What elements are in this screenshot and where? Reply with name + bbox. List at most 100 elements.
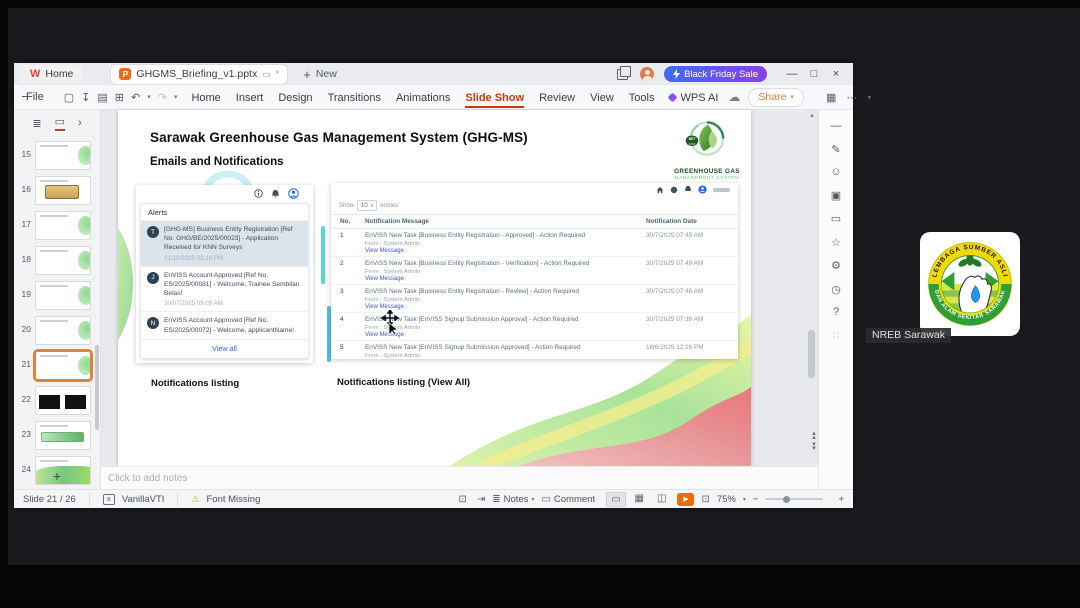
print-icon[interactable]: ▤	[97, 91, 107, 104]
zoom-slider-handle[interactable]	[782, 495, 790, 503]
file-menu[interactable]: File	[26, 91, 44, 103]
redo-icon[interactable]: ↷	[158, 91, 167, 104]
outline-view-icon[interactable]: ≣	[32, 117, 41, 130]
collapse-ribbon-icon[interactable]: ▾	[867, 93, 871, 102]
collapse-rail-icon[interactable]: —	[831, 120, 842, 132]
more-caret-icon[interactable]: ▾	[174, 93, 178, 101]
zoom-level[interactable]: 75%	[717, 494, 736, 505]
slide-thumbnail[interactable]	[33, 349, 93, 382]
view-message-link[interactable]: View Message	[365, 276, 646, 282]
zoom-slider[interactable]	[765, 495, 824, 503]
slide-number[interactable]: 18	[16, 246, 31, 264]
slide-view-icon[interactable]: ▭	[54, 115, 65, 131]
menu-transitions[interactable]: Transitions	[328, 88, 381, 107]
view-message-link[interactable]: View Message	[365, 248, 646, 254]
save-icon[interactable]: ▢	[64, 91, 74, 104]
page-size-select[interactable]: 10 ▾	[357, 200, 378, 211]
slide-number[interactable]: 15	[16, 141, 31, 159]
account-avatar[interactable]	[640, 67, 655, 81]
slide-sorter-icon[interactable]: ▦	[631, 492, 648, 507]
apps-grid-icon[interactable]: ∷	[833, 329, 840, 342]
table-row[interactable]: 5 EnVISS New Task [EnVISS Signup Submissi…	[331, 341, 738, 359]
slide-number[interactable]: 20	[16, 316, 31, 334]
minimize-icon[interactable]: —	[781, 63, 803, 85]
contacts-icon[interactable]: ☺	[830, 166, 841, 178]
menu-home[interactable]: Home	[191, 88, 220, 107]
slide-thumbnail[interactable]	[35, 176, 91, 205]
slide-number[interactable]: 17	[16, 211, 31, 229]
participant-video-tile[interactable]: LEMBAGA SUMBER ASLI DAN ALAM SEKITAR SAR…	[866, 215, 1074, 345]
task-pane-icon[interactable]: ⊡	[458, 494, 466, 505]
slide-number[interactable]: 22	[16, 386, 31, 404]
font-missing-label[interactable]: Font Missing	[207, 494, 261, 505]
history-clock-icon[interactable]: ◷	[831, 283, 841, 296]
slide-canvas[interactable]: Sarawak Greenhouse Gas Management System…	[118, 110, 751, 467]
slide-number[interactable]: 21	[16, 351, 31, 369]
slide-thumbnail[interactable]	[35, 316, 91, 345]
favorites-star-icon[interactable]: ☆	[831, 236, 841, 249]
undo-caret-icon[interactable]: ▾	[147, 93, 151, 101]
edit-tools-icon[interactable]: ✎	[831, 143, 840, 156]
export-icon[interactable]: ↧	[81, 91, 90, 104]
home-tab[interactable]: W Home	[20, 65, 84, 83]
alert-item[interactable]: N EnVISS Account Approved [Ref No. ES/202…	[141, 312, 308, 340]
undo-icon[interactable]: ↶	[131, 91, 140, 104]
shapes-icon[interactable]: ▣	[831, 189, 841, 202]
slide-number[interactable]: 16	[16, 176, 31, 194]
menu-review[interactable]: Review	[539, 88, 575, 107]
notes-toggle[interactable]: ≣ Notes ▾	[492, 494, 534, 505]
panel-scrollbar[interactable]	[95, 345, 99, 430]
slide-thumbnail[interactable]	[35, 386, 91, 415]
share-button[interactable]: Share ▾	[748, 87, 804, 107]
view-message-link[interactable]: View Message	[365, 304, 646, 310]
new-tab-button[interactable]: + New	[303, 67, 337, 82]
slide-thumbnail[interactable]	[35, 421, 91, 450]
alert-item[interactable]: T [GHG-MS] Business Entity Registration […	[141, 221, 308, 267]
alert-item[interactable]: J EnVISS Account Approved [Ref No. ES/202…	[141, 267, 308, 313]
print-preview-icon[interactable]: ⊞	[115, 91, 124, 104]
maximize-icon[interactable]: □	[803, 63, 825, 85]
slide-number[interactable]: 19	[16, 281, 31, 299]
window-stack-icon[interactable]	[617, 65, 632, 80]
table-row[interactable]: 3 EnVISS New Task [Business Entity Regist…	[331, 285, 738, 313]
menu-view[interactable]: View	[590, 88, 614, 107]
close-icon[interactable]: ×	[825, 63, 847, 85]
vertical-scrollbar[interactable]	[808, 330, 815, 378]
cloud-sync-icon[interactable]: ☁	[728, 90, 740, 104]
zoom-out-button[interactable]: −	[753, 494, 759, 505]
comment-button[interactable]: ▭ Comment	[541, 494, 595, 505]
fit-slide-icon[interactable]: ⊡	[701, 494, 709, 505]
help-icon[interactable]: ?	[833, 306, 839, 318]
reading-view-icon[interactable]: ◫	[653, 492, 670, 507]
zoom-in-button[interactable]: +	[838, 494, 844, 505]
more-options-icon[interactable]: ⋯	[846, 91, 857, 104]
language-label[interactable]: VanillaVTI	[122, 494, 165, 505]
table-row[interactable]: 2 EnVISS New Task [Business Entity Regist…	[331, 257, 738, 285]
menu-animations[interactable]: Animations	[396, 88, 450, 107]
task-window-icon[interactable]: ▦	[826, 91, 836, 104]
previous-slide-button[interactable]: ▲ ▲	[811, 431, 817, 441]
notes-area[interactable]: Click to add notes	[101, 466, 818, 489]
menu-slide-show[interactable]: Slide Show	[465, 88, 524, 108]
menu-tools[interactable]: Tools	[629, 88, 655, 107]
view-message-link[interactable]: View Message	[365, 332, 646, 338]
slide-number[interactable]: 23	[16, 421, 31, 439]
add-slide-button[interactable]: +	[14, 468, 100, 484]
jump-to-pane-icon[interactable]: ⇥	[477, 494, 485, 505]
document-tab[interactable]: P GHGMS_Briefing_v1.pptx ▭ *	[111, 64, 288, 84]
slide-thumbnail[interactable]	[35, 211, 91, 240]
menu-insert[interactable]: Insert	[236, 88, 264, 107]
slide-thumbnail[interactable]	[35, 246, 91, 275]
next-slide-button[interactable]: ▼ ▼	[811, 442, 817, 452]
slideshow-play-button[interactable]: ▶	[677, 492, 695, 506]
slide-thumbnail[interactable]	[35, 141, 91, 170]
menu-wps-ai[interactable]: WPS AI	[668, 88, 718, 107]
settings-gear-icon[interactable]: ⚙	[831, 259, 841, 272]
comment-pane-icon[interactable]: ▭	[831, 212, 841, 225]
view-all-link[interactable]: View all	[141, 340, 308, 358]
slide-thumbnail[interactable]	[35, 281, 91, 310]
normal-view-icon[interactable]: ▭	[606, 491, 626, 507]
black-friday-sale-button[interactable]: Black Friday Sale	[664, 66, 767, 82]
table-row[interactable]: 1 EnVISS New Task [Business Entity Regist…	[331, 229, 738, 257]
menu-design[interactable]: Design	[278, 88, 312, 107]
